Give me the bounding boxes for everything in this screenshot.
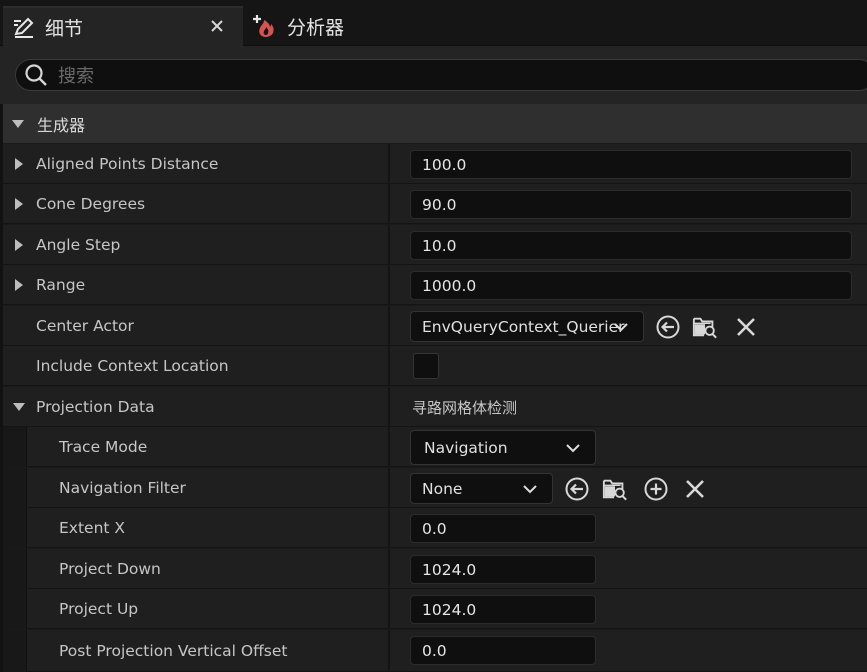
indent-guide xyxy=(3,468,27,508)
include-context-location-checkbox[interactable] xyxy=(413,353,439,379)
search-input[interactable]: 搜索 xyxy=(15,59,867,91)
search-icon xyxy=(22,61,50,89)
indent-guide xyxy=(3,630,27,672)
property-row-project-up: Project Up 1024.0 xyxy=(3,589,867,629)
close-icon xyxy=(737,318,755,336)
category-label: 生成器 xyxy=(37,115,86,135)
flame-plus-icon xyxy=(251,11,281,41)
folder-search-icon xyxy=(692,317,717,339)
triangle-right-icon[interactable] xyxy=(6,239,32,251)
tab-details[interactable]: 细节 xyxy=(3,6,243,46)
indent-guide xyxy=(3,549,27,589)
triangle-right-icon[interactable] xyxy=(6,158,32,170)
plus-circle-icon xyxy=(644,477,668,501)
use-selected-button[interactable] xyxy=(655,314,681,340)
aligned-points-distance-input[interactable]: 100.0 xyxy=(410,150,852,179)
extent-x-input[interactable]: 0.0 xyxy=(410,514,596,543)
property-name: Navigation Filter xyxy=(59,479,186,497)
cone-degrees-input[interactable]: 90.0 xyxy=(410,190,852,219)
close-tab-button[interactable] xyxy=(207,16,227,36)
property-row-angle-step: Angle Step 10.0 xyxy=(3,225,867,265)
close-icon xyxy=(686,480,704,498)
property-name: Aligned Points Distance xyxy=(36,155,219,173)
property-name: Angle Step xyxy=(36,236,121,254)
add-button[interactable] xyxy=(643,476,669,502)
triangle-right-icon[interactable] xyxy=(6,279,32,291)
chevron-down-icon xyxy=(614,323,628,332)
indent-guide xyxy=(3,427,27,467)
property-row-post-projection-vertical-offset: Post Projection Vertical Offset 0.0 xyxy=(3,630,867,672)
trace-mode-combo[interactable]: Navigation xyxy=(410,430,596,465)
clear-button[interactable] xyxy=(682,476,708,502)
property-name: Extent X xyxy=(59,519,126,537)
combo-value: None xyxy=(422,479,463,498)
browse-button[interactable] xyxy=(692,314,718,340)
chevron-down-icon xyxy=(523,485,537,494)
property-name: Center Actor xyxy=(36,317,134,335)
chevron-down-icon xyxy=(566,444,580,453)
property-row-include-context-location: Include Context Location xyxy=(3,346,867,386)
property-row-extent-x: Extent X 0.0 xyxy=(3,508,867,548)
post-projection-vertical-offset-input[interactable]: 0.0 xyxy=(410,636,596,665)
project-up-input[interactable]: 1024.0 xyxy=(410,595,596,624)
property-row-center-actor: Center Actor EnvQueryContext_Querier xyxy=(3,306,867,346)
clear-button[interactable] xyxy=(733,314,759,340)
property-name: Project Up xyxy=(59,600,139,618)
projection-data-summary: 寻路网格体检测 xyxy=(412,398,518,417)
property-row-projection-data: Projection Data 寻路网格体检测 xyxy=(3,387,867,427)
triangle-right-icon[interactable] xyxy=(6,198,32,210)
arrow-left-circle-icon xyxy=(565,477,589,501)
project-down-input[interactable]: 1024.0 xyxy=(410,555,596,584)
property-name: Range xyxy=(36,276,86,294)
browse-button[interactable] xyxy=(602,476,628,502)
category-header-generator[interactable]: 生成器 xyxy=(3,104,867,144)
indent-guide xyxy=(3,508,27,548)
tab-profiler[interactable]: 分析器 xyxy=(245,6,445,46)
range-input[interactable]: 1000.0 xyxy=(410,271,852,300)
property-row-cone-degrees: Cone Degrees 90.0 xyxy=(3,184,867,224)
folder-search-icon xyxy=(602,479,627,501)
use-selected-button[interactable] xyxy=(564,476,590,502)
property-row-trace-mode: Trace Mode Navigation xyxy=(3,427,867,467)
tab-details-label: 细节 xyxy=(45,17,84,40)
edit-pencil-icon xyxy=(9,12,39,42)
tab-profiler-label: 分析器 xyxy=(287,16,345,39)
combo-value: EnvQueryContext_Querier xyxy=(422,317,625,336)
close-icon xyxy=(211,20,223,32)
arrow-left-circle-icon xyxy=(656,315,680,339)
indent-guide xyxy=(3,589,27,629)
property-row-range: Range 1000.0 xyxy=(3,265,867,305)
property-name: Projection Data xyxy=(36,398,155,416)
angle-step-input[interactable]: 10.0 xyxy=(410,231,852,260)
center-actor-combo[interactable]: EnvQueryContext_Querier xyxy=(410,311,644,342)
property-row-aligned-points-distance: Aligned Points Distance 100.0 xyxy=(3,144,867,184)
search-placeholder: 搜索 xyxy=(58,66,94,87)
property-name: Cone Degrees xyxy=(36,195,146,213)
property-name: Post Projection Vertical Offset xyxy=(59,642,288,660)
search-row: 搜索 xyxy=(0,46,867,104)
property-name: Include Context Location xyxy=(36,357,229,375)
navigation-filter-combo[interactable]: None xyxy=(410,473,553,504)
triangle-down-icon xyxy=(5,119,31,128)
property-name: Trace Mode xyxy=(59,438,148,456)
property-name: Project Down xyxy=(59,560,161,578)
triangle-down-icon[interactable] xyxy=(6,403,32,411)
combo-value: Navigation xyxy=(424,438,508,457)
property-row-project-down: Project Down 1024.0 xyxy=(3,549,867,589)
tab-bar: 细节 分析器 xyxy=(0,0,867,46)
property-row-navigation-filter: Navigation Filter None xyxy=(3,468,867,508)
